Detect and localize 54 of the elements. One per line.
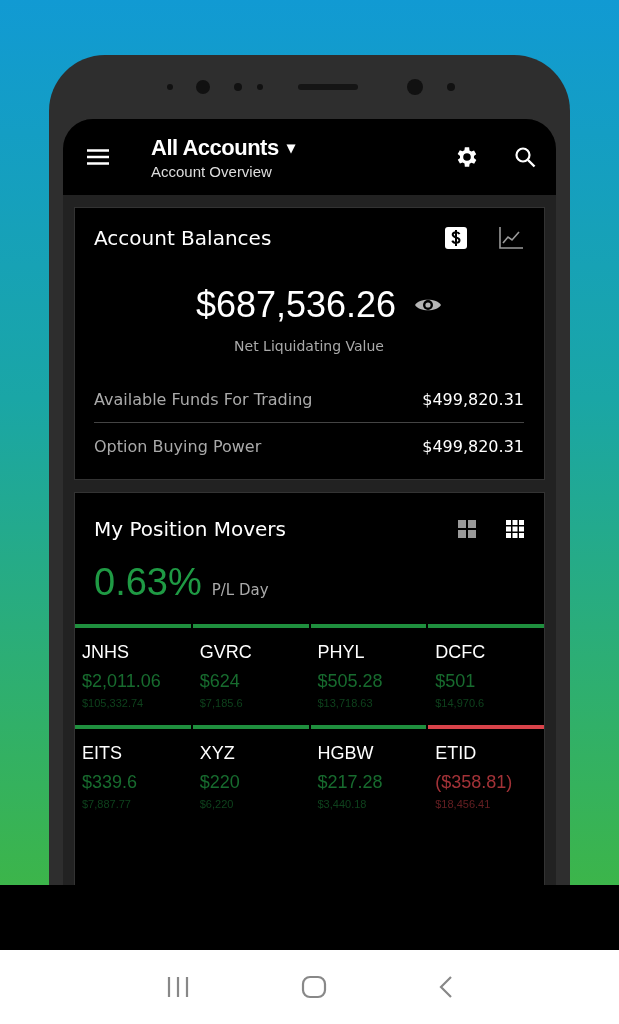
ticker-symbol: GVRC: [199, 642, 252, 663]
pl-label: P/L Day: [211, 581, 269, 599]
search-icon[interactable]: [514, 146, 536, 168]
position-pl: $217.28: [317, 772, 383, 793]
line-chart-icon[interactable]: [498, 226, 524, 250]
back-icon[interactable]: [437, 975, 454, 999]
position-tile[interactable]: EITS $339.6 $7,887.77: [75, 725, 191, 826]
position-pl: $624: [199, 671, 240, 692]
balance-value: $499,820.31: [422, 390, 524, 409]
position-value: $18,456.41: [435, 798, 491, 810]
position-value: $14,970.6: [435, 697, 485, 709]
menu-icon[interactable]: [87, 149, 109, 165]
home-icon[interactable]: [300, 975, 327, 999]
card-title: My Position Movers: [94, 517, 286, 541]
position-value: $6,220: [199, 798, 234, 810]
position-tile[interactable]: DCFC $501 $14,970.6: [428, 624, 544, 725]
caret-icon[interactable]: ▾: [286, 138, 295, 157]
position-tile[interactable]: JNHS $2,011.06 $105,332.74: [75, 624, 191, 725]
recent-apps-icon[interactable]: [165, 976, 190, 998]
position-pl: $501: [435, 671, 476, 692]
ticker-symbol: ETID: [435, 743, 477, 764]
position-pl: $220: [199, 772, 240, 793]
position-value: $7,887.77: [82, 798, 131, 810]
position-pl: $2,011.06: [82, 671, 161, 692]
position-pl: $339.6: [82, 772, 138, 793]
net-liquidating-value: $687,536.26: [195, 284, 397, 326]
position-tile[interactable]: XYZ $220 $6,220: [192, 725, 309, 826]
position-tile[interactable]: ETID ($358.81) $18,456.41: [428, 725, 544, 826]
ticker-symbol: EITS: [82, 743, 122, 764]
net-value-label: Net Liquidating Value: [233, 338, 385, 354]
screen-subtitle: Account Overview: [151, 162, 273, 180]
grid-icon[interactable]: [458, 520, 476, 538]
position-value: $105,332.74: [82, 697, 144, 709]
dollar-icon[interactable]: [444, 226, 468, 250]
position-tile[interactable]: HGBW $217.28 $3,440.18: [310, 725, 427, 826]
balance-label: Available Funds For Trading: [94, 390, 313, 409]
position-value: $3,440.18: [317, 798, 367, 810]
pl-percent: 0.63%: [94, 561, 202, 604]
account-selector[interactable]: All Accounts: [151, 134, 279, 161]
position-value: $13,718.63: [317, 697, 373, 709]
position-tile[interactable]: PHYL $505.28 $13,718.63: [310, 624, 427, 725]
position-value: $7,185.6: [199, 697, 243, 709]
ticker-symbol: DCFC: [435, 642, 486, 663]
grid-icon[interactable]: [506, 520, 524, 538]
position-pl: $505.28: [317, 671, 383, 692]
ticker-symbol: HGBW: [317, 743, 374, 764]
position-pl: ($358.81): [435, 772, 513, 793]
card-title: Account Balances: [94, 226, 272, 250]
balance-label: Option Buying Power: [94, 437, 262, 456]
position-tile[interactable]: GVRC $624 $7,185.6: [192, 624, 309, 725]
ticker-symbol: JNHS: [82, 642, 129, 663]
balance-value: $499,820.31: [422, 437, 524, 456]
ticker-symbol: XYZ: [199, 743, 235, 764]
ticker-symbol: PHYL: [317, 642, 365, 663]
